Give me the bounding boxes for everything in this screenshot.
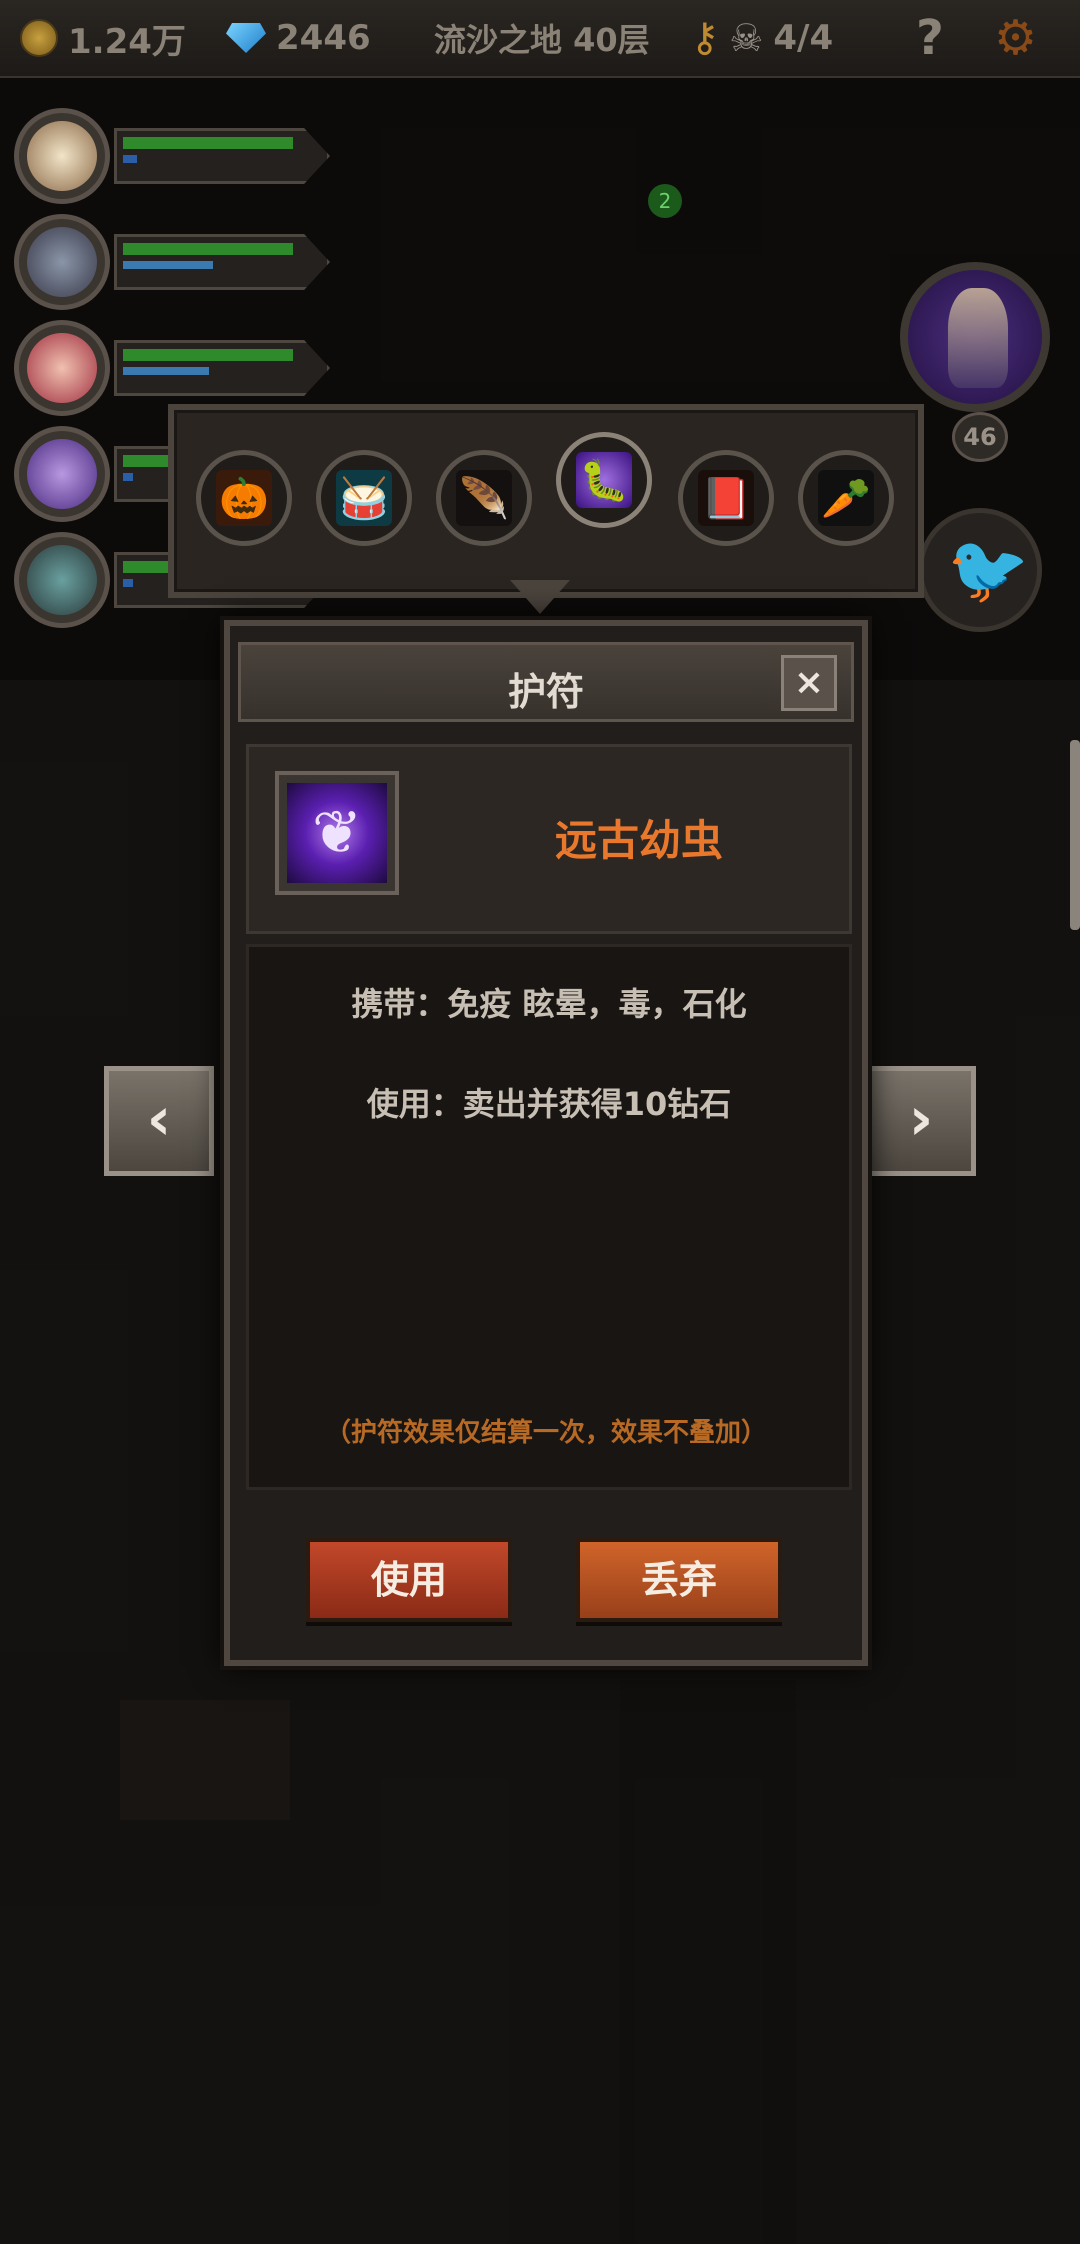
help-button[interactable]: ? bbox=[916, 0, 944, 76]
help-icon[interactable]: ? bbox=[916, 10, 944, 66]
hero-avatar[interactable] bbox=[14, 532, 110, 628]
hero-slot-1[interactable] bbox=[14, 108, 330, 208]
dialog-header: 护符 × bbox=[238, 642, 854, 722]
key-icon: ⚷ bbox=[690, 15, 720, 61]
hero-bars bbox=[114, 340, 330, 396]
item-strip: 🎃 🥁 🪶 🐛 📕 🥕 bbox=[168, 404, 924, 598]
diamond-counter: 2446 bbox=[226, 0, 371, 76]
gold-value: 1.24万 bbox=[68, 21, 186, 62]
hero-bars bbox=[114, 128, 330, 184]
amulet-dialog: 护符 × ❦ 远古幼虫 携带：免疫 眩晕，毒，石化 使用：卖出并获得10钻石 （… bbox=[224, 620, 868, 1666]
carry-effect-text: 携带：免疫 眩晕，毒，石化 bbox=[351, 985, 747, 1023]
chevron-left-icon[interactable]: ‹ bbox=[147, 1084, 172, 1154]
use-button[interactable]: 使用 bbox=[306, 1538, 512, 1622]
stacking-note: （护符效果仅结算一次，效果不叠加） bbox=[324, 1418, 767, 1448]
prev-item-button[interactable]: ‹ bbox=[104, 1066, 214, 1176]
pumpkin-icon: 🎃 bbox=[216, 470, 272, 526]
close-icon[interactable]: × bbox=[794, 662, 824, 703]
coin-icon bbox=[20, 19, 58, 57]
chevron-right-icon[interactable]: › bbox=[909, 1084, 934, 1154]
feather-icon: 🪶 bbox=[456, 470, 512, 526]
gear-icon[interactable]: ⚙ bbox=[994, 10, 1037, 66]
item-name: 远古幼虫 bbox=[554, 816, 723, 865]
item-info: ❦ 远古幼虫 bbox=[246, 744, 852, 934]
location-text: 流沙之地 40层 bbox=[434, 21, 650, 59]
diamond-icon bbox=[226, 23, 266, 53]
crow-icon: 🐦 bbox=[947, 531, 1030, 608]
hero-avatar[interactable] bbox=[14, 426, 110, 522]
settings-button[interactable]: ⚙ bbox=[994, 0, 1037, 76]
next-item-button[interactable]: › bbox=[866, 1066, 976, 1176]
book-icon: 📕 bbox=[698, 470, 754, 526]
item-slot-pumpkin[interactable]: 🎃 bbox=[196, 450, 292, 560]
top-hud: 1.24万 2446 流沙之地 40层 ⚷ ☠ 4/4 ? ⚙ bbox=[0, 0, 1080, 78]
dialog-title: 护符 bbox=[507, 670, 584, 714]
diamond-value: 2446 bbox=[276, 18, 371, 58]
kill-counter: ⚷ ☠ 4/4 bbox=[690, 0, 833, 76]
item-description: 携带：免疫 眩晕，毒，石化 使用：卖出并获得10钻石 bbox=[246, 944, 852, 1490]
side-drawer-handle[interactable] bbox=[1070, 740, 1080, 930]
hero-bars bbox=[114, 234, 330, 290]
close-button[interactable]: × bbox=[781, 655, 837, 711]
hero-avatar[interactable] bbox=[14, 320, 110, 416]
larva-icon: 🐛 bbox=[576, 452, 632, 508]
item-slot-drum[interactable]: 🥁 bbox=[316, 450, 412, 560]
use-effect-text: 使用：卖出并获得10钻石 bbox=[366, 1085, 732, 1123]
larva-icon: ❦ bbox=[287, 783, 387, 883]
gold-counter: 1.24万 bbox=[20, 0, 186, 76]
map-marker[interactable]: 2 bbox=[648, 184, 682, 218]
location-label: 流沙之地 40层 bbox=[434, 0, 650, 76]
item-icon-frame: ❦ bbox=[275, 771, 399, 895]
drum-icon: 🥁 bbox=[336, 470, 392, 526]
item-slot-book[interactable]: 📕 bbox=[678, 450, 774, 560]
boss-portrait[interactable] bbox=[900, 262, 1050, 412]
skull-icon: ☠ bbox=[729, 16, 764, 60]
item-slot-feather[interactable]: 🪶 bbox=[436, 450, 532, 560]
crow-portrait[interactable]: 🐦 bbox=[918, 508, 1042, 632]
hero-avatar[interactable] bbox=[14, 108, 110, 204]
hero-slot-2[interactable] bbox=[14, 214, 330, 314]
item-slot-carrot[interactable]: 🥕 bbox=[798, 450, 894, 560]
kill-value: 4/4 bbox=[773, 18, 834, 58]
carrot-icon: 🥕 bbox=[818, 470, 874, 526]
hero-avatar[interactable] bbox=[14, 214, 110, 310]
boss-figure bbox=[948, 288, 1008, 388]
item-slot-ancient-larva[interactable]: 🐛 bbox=[556, 432, 652, 542]
boss-level-badge: 46 bbox=[952, 412, 1008, 462]
drop-button[interactable]: 丢弃 bbox=[576, 1538, 782, 1622]
